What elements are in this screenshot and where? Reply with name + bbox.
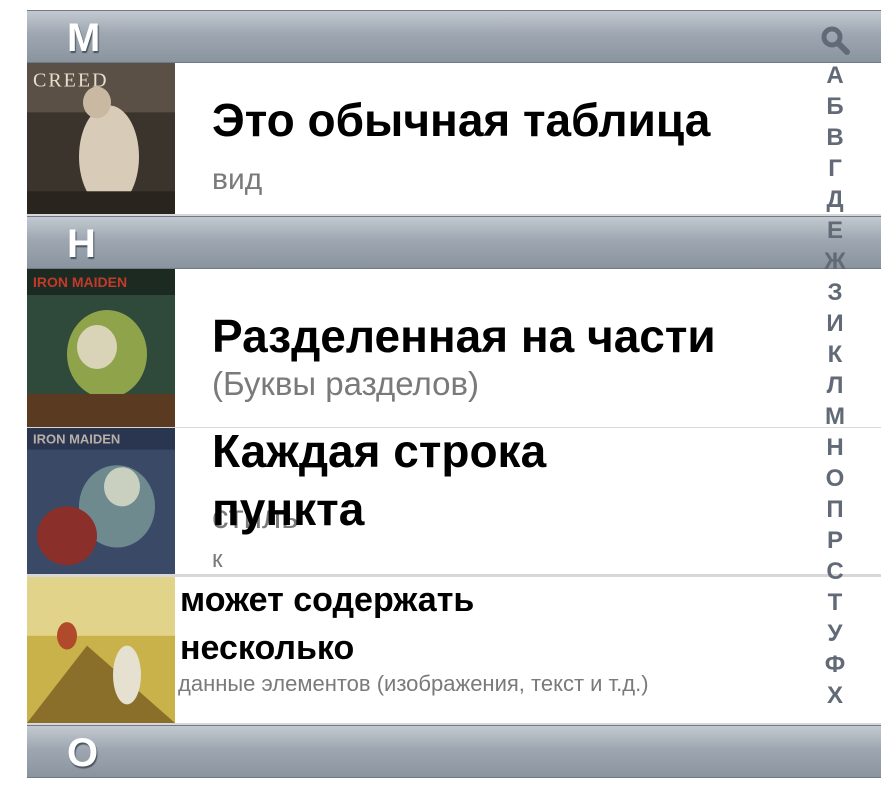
index-letter[interactable]: О <box>810 467 860 491</box>
section-letter: Н <box>67 222 96 266</box>
row-title-line1: Каждая строка <box>212 425 547 477</box>
section-letter: О <box>67 731 99 775</box>
index-letter[interactable]: Б <box>810 95 860 119</box>
index-letter[interactable]: К <box>810 343 860 367</box>
index-letter[interactable]: Д <box>810 188 860 212</box>
row-title: Это обычная таблица <box>212 94 711 146</box>
album-cover-image: IRON MAIDEN <box>27 428 175 574</box>
section-header-m: М <box>27 10 881 63</box>
svg-text:CREED: CREED <box>33 70 109 92</box>
index-letter[interactable]: М <box>810 405 860 429</box>
row-title: Разделенная на части <box>212 310 716 362</box>
index-letter[interactable]: И <box>810 312 860 336</box>
row-title-line2: несколько <box>180 629 355 667</box>
index-letter[interactable]: В <box>810 126 860 150</box>
index-letter[interactable]: Е <box>810 219 860 243</box>
table-row[interactable]: может содержать несколько данные элемент… <box>27 576 881 725</box>
album-cover-image <box>27 577 175 723</box>
album-cover-image: CREED <box>27 63 175 214</box>
index-letter[interactable]: Т <box>810 591 860 615</box>
row-title-line2: пункта <box>212 483 365 535</box>
index-letter[interactable]: П <box>810 498 860 522</box>
index-letter[interactable]: Х <box>810 684 860 708</box>
row-subtitle: данные элементов (изображения, текст и т… <box>178 671 649 696</box>
table-row[interactable]: IRON MAIDEN Разделенная на части (Буквы … <box>27 269 881 427</box>
index-letter[interactable]: С <box>810 560 860 584</box>
index-letter[interactable]: Р <box>810 529 860 553</box>
index-letter[interactable]: Ж <box>810 250 860 274</box>
index-letter[interactable]: А <box>810 64 860 88</box>
section-header-n: Н <box>27 216 881 269</box>
table-row[interactable]: IRON MAIDEN Каждая строка стиль пункта к <box>27 425 881 576</box>
index-letter[interactable]: У <box>810 622 860 646</box>
index-letter[interactable]: З <box>810 281 860 305</box>
index-letter[interactable]: Н <box>810 436 860 460</box>
row-subtitle: вид <box>212 163 263 196</box>
row-subtitle-line2: к <box>212 546 223 573</box>
table-view: М CREED Это обычная таблица вид Н IRON M… <box>27 0 881 786</box>
section-index-bar[interactable]: А Б В Г Д Е Ж З И К Л М Н О П Р С Т У Ф … <box>810 22 860 786</box>
section-letter: М <box>67 16 101 60</box>
table-row[interactable]: CREED Это обычная таблица вид <box>27 63 881 216</box>
album-cover-image: IRON MAIDEN <box>27 269 175 427</box>
svg-text:IRON MAIDEN: IRON MAIDEN <box>33 274 127 290</box>
row-title-line1: может содержать <box>180 581 475 619</box>
index-letter[interactable]: Г <box>810 157 860 181</box>
index-letter[interactable]: Ф <box>810 653 860 677</box>
svg-text:IRON MAIDEN: IRON MAIDEN <box>33 432 120 447</box>
section-header-o: О <box>27 725 881 778</box>
row-subtitle: (Буквы разделов) <box>212 365 480 402</box>
index-letter[interactable]: Л <box>810 374 860 398</box>
